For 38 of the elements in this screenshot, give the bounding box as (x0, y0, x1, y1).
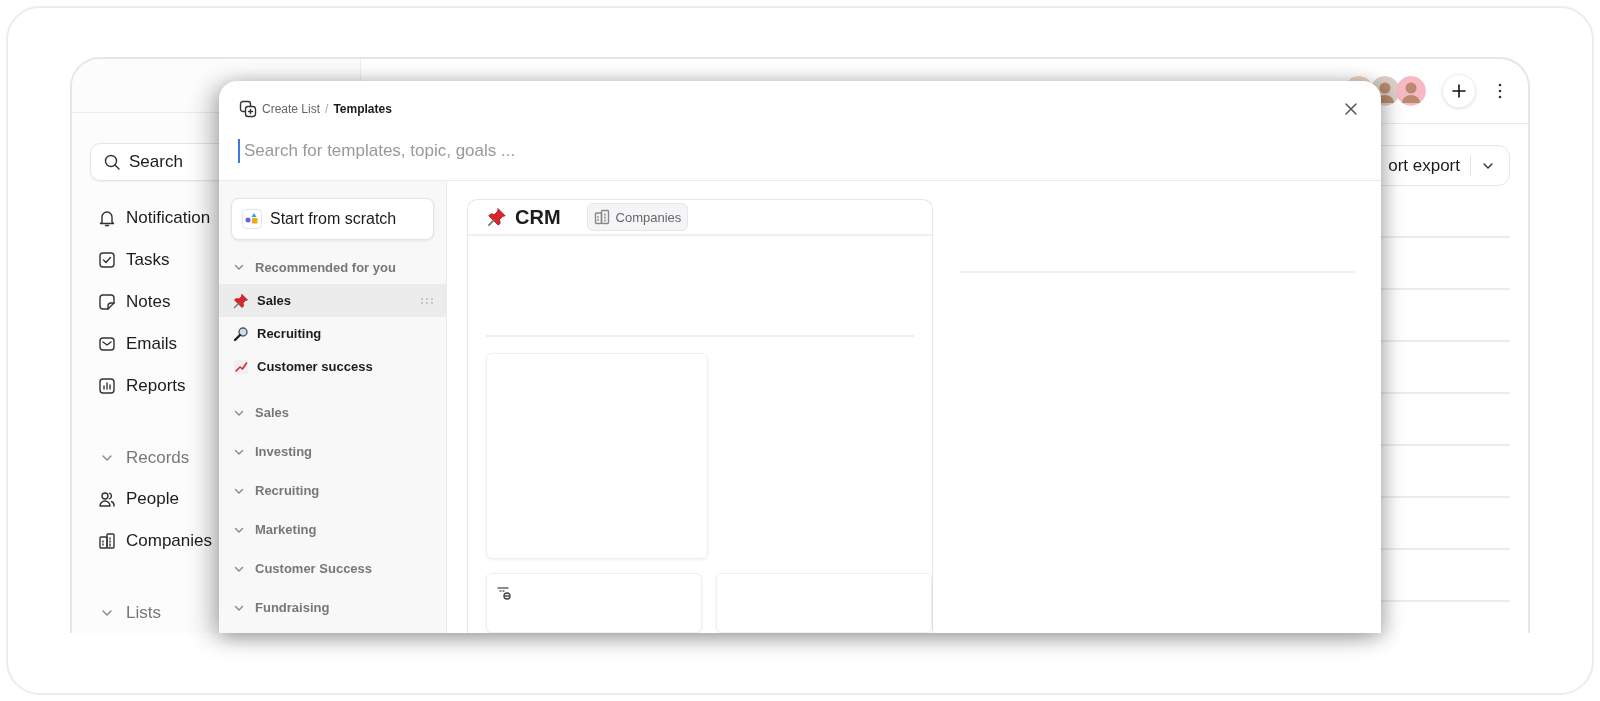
chart-icon (233, 358, 249, 375)
category-header[interactable]: Customer Success (219, 549, 446, 588)
start-button[interactable]: Start from scratch (231, 198, 434, 240)
magnifier-icon (233, 325, 249, 342)
category-header[interactable]: Marketing (219, 510, 446, 549)
object-tag: Companies (586, 203, 689, 231)
search-icon (103, 153, 121, 171)
mail-icon (98, 335, 116, 353)
template-item[interactable]: Customer success (219, 350, 446, 383)
template-item[interactable]: Sales (219, 284, 446, 317)
copy-plus-icon (239, 100, 257, 118)
breadcrumb-separator: / (325, 102, 329, 116)
category-header[interactable]: Recommended for you (219, 250, 446, 284)
building-icon (593, 209, 610, 225)
plus-icon (1451, 83, 1467, 99)
template-item[interactable]: Recruiting (219, 317, 446, 350)
bell-icon (98, 209, 116, 227)
people-icon (98, 490, 116, 508)
pushpin-icon (233, 292, 249, 309)
category-header[interactable]: Recruiting (219, 471, 446, 510)
category-header[interactable]: Investing (219, 432, 446, 471)
report-icon (98, 377, 116, 395)
drag-handle-icon (420, 296, 434, 305)
shapes-icon (242, 209, 262, 229)
category-header[interactable]: Sales (219, 393, 446, 432)
breadcrumb-item: Templates (333, 102, 392, 116)
close-icon (1345, 103, 1357, 115)
note-icon (98, 293, 116, 311)
checkbox-icon (98, 251, 116, 269)
filter-icon (497, 586, 511, 600)
preview-title: CRM (515, 205, 561, 229)
category-header[interactable]: Fundraising (219, 588, 446, 627)
building-icon (98, 532, 116, 550)
add-button[interactable] (1442, 74, 1476, 108)
more-icon (1498, 83, 1502, 99)
pushpin-icon (487, 207, 507, 227)
breadcrumb-item[interactable]: Create List (262, 102, 321, 116)
avatar (1396, 76, 1426, 106)
